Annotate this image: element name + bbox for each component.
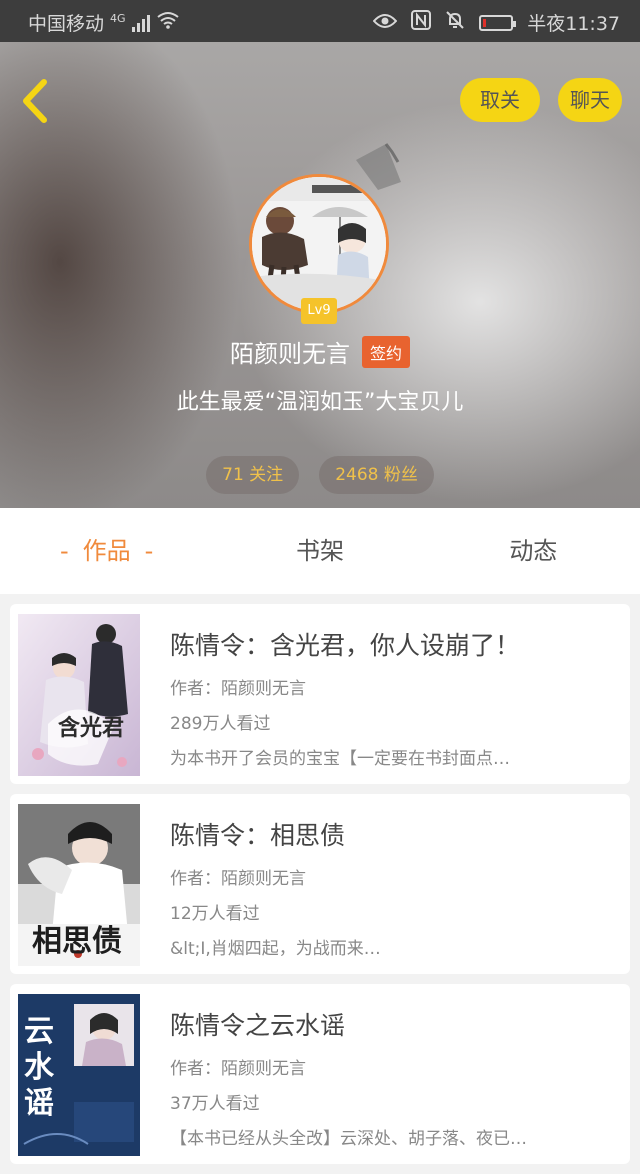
book-description: 为本书开了会员的宝宝【一定要在书封面点…	[170, 749, 510, 769]
tab-works[interactable]: - 作品 -	[0, 508, 213, 594]
unfollow-button[interactable]: 取关	[460, 78, 540, 122]
list-item[interactable]: 相思债 陈情令：相思债 作者：陌颜则无言 12万人看过 &lt;I,肖烟四起，为…	[10, 794, 630, 974]
tab-bookshelf-label: 书架	[295, 537, 344, 565]
signed-badge: 签约	[361, 335, 410, 368]
book-description: &lt;I,肖烟四起，为战而来…	[170, 939, 381, 959]
back-button[interactable]	[16, 78, 56, 124]
book-description: 【本书已经从头全改】云深处、胡子落、夜已…	[170, 1129, 527, 1149]
mute-icon	[445, 10, 465, 35]
book-views: 12万人看过	[170, 904, 260, 924]
list-item[interactable]: 含光君 陈情令：含光君，你人设崩了！ 作者：陌颜则无言 289万人看过 为本书开…	[10, 604, 630, 784]
book-author: 作者：陌颜则无言	[170, 869, 306, 889]
book-title: 陈情令之云水谣	[170, 1011, 346, 1040]
carrier-label: 中国移动	[28, 13, 105, 35]
status-bar: 中国移动 4G 半夜11:37	[0, 0, 640, 42]
wifi-icon	[156, 11, 180, 34]
book-views: 37万人看过	[170, 1094, 260, 1114]
book-author: 作者：陌颜则无言	[170, 1059, 306, 1079]
profile-header: 取关 聊天 Lv9 陌颜则无言 签约 此生最爱“温润如玉”大宝贝儿 71 关注 …	[0, 42, 640, 508]
avatar[interactable]: Lv9	[249, 174, 389, 324]
book-cover-title: 云水谣	[24, 1014, 54, 1121]
tab-activity-label: 动态	[509, 537, 558, 565]
book-views: 289万人看过	[170, 714, 271, 734]
level-badge: Lv9	[301, 298, 337, 324]
signal-icon	[131, 14, 150, 32]
book-author: 作者：陌颜则无言	[170, 679, 306, 699]
following-count[interactable]: 71 关注	[206, 456, 300, 494]
user-bio: 此生最爱“温润如玉”大宝贝儿	[176, 390, 464, 415]
book-cover-title: 相思债	[32, 924, 122, 959]
book-list: 含光君 陈情令：含光君，你人设崩了！ 作者：陌颜则无言 289万人看过 为本书开…	[10, 604, 630, 1174]
tab-activity[interactable]: 动态	[427, 508, 640, 594]
network-label: 4G	[110, 12, 126, 25]
battery-icon	[479, 14, 517, 31]
list-item[interactable]: 云水谣 陈情令之云水谣 作者：陌颜则无言 37万人看过 【本书已经从头全改】云深…	[10, 984, 630, 1164]
book-cover-title: 含光君	[58, 715, 125, 741]
username: 陌颜则无言	[229, 340, 350, 368]
book-cover: 含光君	[18, 614, 140, 776]
avatar-image	[252, 177, 386, 311]
book-title: 陈情令：含光君，你人设崩了！	[170, 631, 521, 660]
chat-button[interactable]: 聊天	[558, 78, 622, 122]
time-label: 半夜11:37	[527, 13, 620, 35]
book-cover: 云水谣	[18, 994, 140, 1156]
book-cover: 相思债	[18, 804, 140, 966]
nfc-icon	[411, 10, 432, 35]
followers-count[interactable]: 2468 粉丝	[319, 456, 434, 494]
eye-icon	[372, 12, 398, 34]
profile-tabs: - 作品 - 书架 动态	[0, 508, 640, 594]
tab-bookshelf[interactable]: 书架	[213, 508, 426, 594]
chevron-left-icon	[23, 79, 47, 123]
tab-works-label: 作品	[82, 537, 131, 565]
book-title: 陈情令：相思债	[170, 821, 346, 850]
